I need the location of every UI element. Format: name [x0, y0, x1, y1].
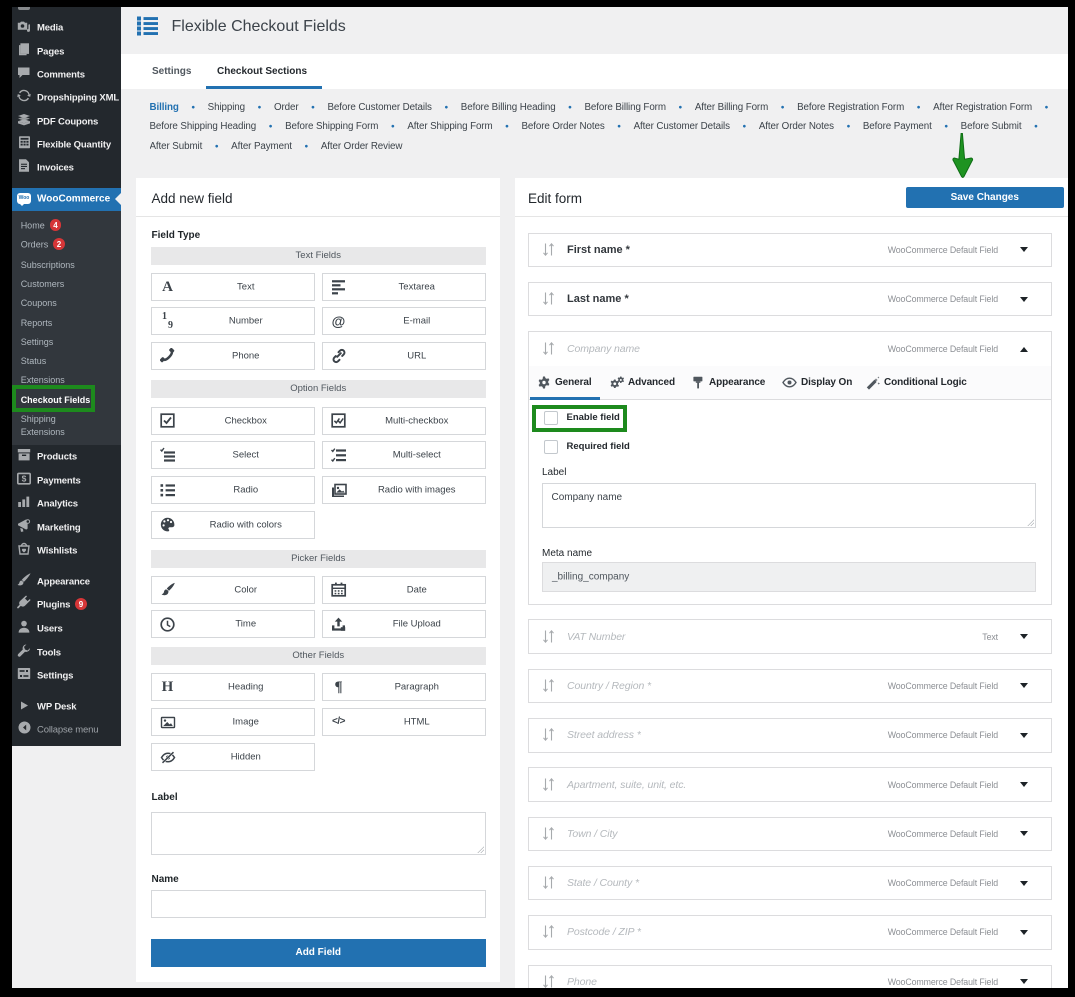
svg-text:$: $ — [22, 473, 27, 483]
